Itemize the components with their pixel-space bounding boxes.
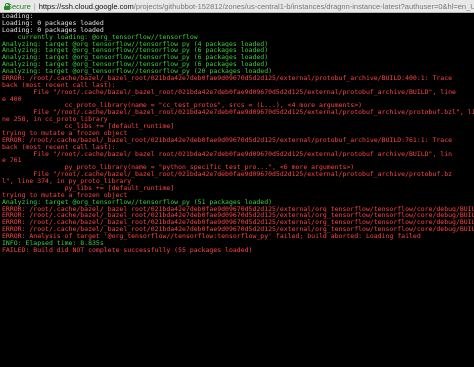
terminal-line: ERROR: /root/.cache/bazel/_bazel_root/02… — [2, 205, 474, 213]
terminal-line: currently loading: @org_tensorflow//tens… — [2, 33, 198, 41]
url-domain[interactable]: https://ssh.cloud.google.com — [39, 2, 134, 11]
terminal-line: ERROR: Analysis of target '@org_tensorfl… — [2, 233, 421, 240]
terminal-line: e 761 — [2, 157, 22, 165]
terminal-line: ne 258, in cc_proto_library — [2, 116, 108, 123]
terminal-line: FAILED: Build did NOT complete successfu… — [2, 246, 253, 254]
secure-label: Secure — [7, 1, 31, 11]
terminal-line: trying to mutate a frozen object — [2, 129, 128, 137]
terminal-line: py_proto_library(name = "python_specific… — [2, 164, 355, 172]
terminal-line: Analyzing: target @org_tensorflow//tenso… — [2, 40, 269, 48]
terminal-line: Analyzing: target @org_tensorflow//tenso… — [2, 68, 273, 75]
terminal-line: File "/root/.cache/bazel/_bazel_root/021… — [2, 88, 456, 96]
terminal-line: Analyzing: target @org_tensorflow//tenso… — [2, 61, 269, 68]
terminal-line: File "/root/.cache/bazel/_bazel_root/021… — [2, 109, 474, 117]
terminal-line: Loading: 0 packages loaded — [2, 19, 104, 27]
terminal-line: l", line 374, in py_proto_library — [2, 178, 132, 185]
terminal-line: Analyzing: target @org_tensorflow//tenso… — [2, 198, 273, 206]
terminal-line: cc_libs += [default_runtime] — [2, 123, 175, 130]
terminal-line: Analyzing: target @org_tensorflow//tenso… — [2, 54, 269, 62]
terminal-line: trying to mutate a frozen object — [2, 191, 128, 199]
browser-address-bar[interactable]: Secure | https://ssh.cloud.google.com /p… — [0, 0, 474, 13]
terminal-line: File "/root/.cache/bazel/_bazel_root/021… — [2, 150, 453, 158]
terminal-output[interactable]: Loading: Loading: 0 packages loaded Loadin… — [0, 13, 474, 367]
terminal-line: INFO: Elapsed time: 8.835s — [2, 239, 104, 247]
terminal-line: File "/root/.cache/bazel/_bazel_root/021… — [2, 171, 453, 178]
terminal-line: py_libs += [default_runtime] — [2, 184, 175, 192]
terminal-line: Loading: 0 packages loaded — [2, 26, 104, 34]
terminal-line: ERROR: /root/.cache/bazel/_bazel_root/02… — [2, 74, 453, 82]
address-separator: | — [33, 1, 36, 11]
terminal-line: Analyzing: target @org_tensorflow//tenso… — [2, 47, 269, 55]
terminal-line: e 400 — [2, 95, 22, 103]
terminal-line: ERROR: /root/.cache/bazel/_bazel_root/02… — [2, 226, 474, 233]
terminal-line: cc_proto_library(name = "cc_test_protos"… — [2, 102, 363, 110]
terminal-line: ERROR: /root/.cache/bazel/_bazel_root/02… — [2, 212, 474, 220]
terminal-line: Loading: — [2, 13, 34, 20]
terminal-line: back (most recent call last): — [2, 81, 116, 89]
terminal-line: back (most recent call last): — [2, 143, 116, 151]
url-path[interactable]: /projects/githubbot-152812/zones/us-cent… — [134, 2, 474, 11]
terminal-line: ERROR: /root/.cache/bazel/_bazel_root/02… — [2, 136, 453, 144]
terminal-line: ERROR: /root/.cache/bazel/_bazel_root/02… — [2, 219, 474, 227]
